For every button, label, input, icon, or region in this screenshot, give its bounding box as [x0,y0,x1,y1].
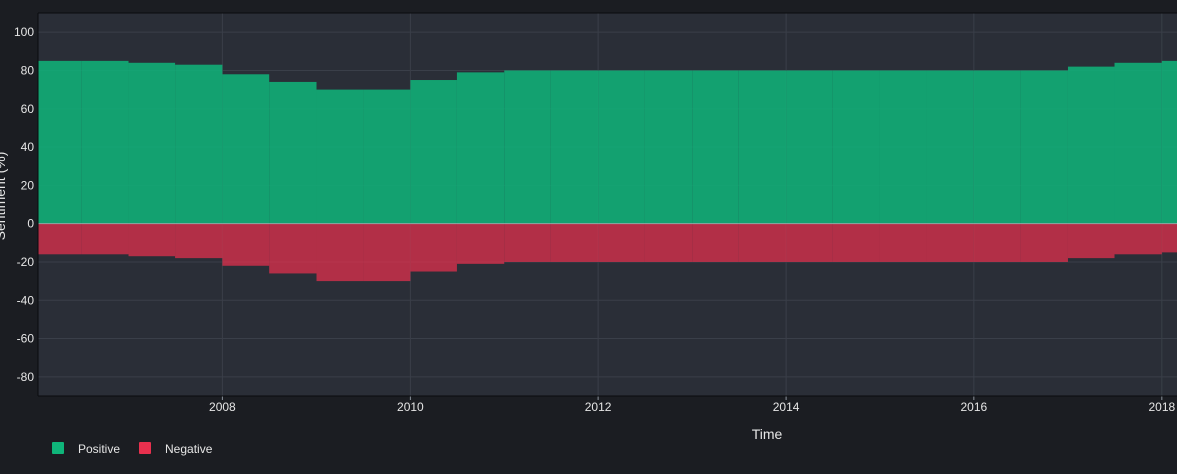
y-tick-label: 0 [27,217,34,231]
bar-negative [879,223,927,262]
bar-positive [926,70,974,224]
bar-negative [316,223,364,282]
bar-positive [504,70,551,224]
bar-positive [363,89,411,224]
bar-positive [598,70,645,224]
bar-positive [410,80,457,224]
bar-negative [504,223,551,262]
bar-positive [1067,66,1115,224]
bar-negative [644,223,693,262]
bar-positive [1161,60,1177,224]
legend-label-negative: Negative [165,442,213,456]
bar-positive [644,70,693,224]
bar-positive [1020,70,1068,224]
bar-negative [832,223,880,262]
bar-positive [786,70,833,224]
bars-layer [38,60,1177,282]
bar-negative [1020,223,1068,262]
bar-negative [598,223,645,262]
legend: Positive Negative [52,442,213,456]
y-tick-label: 40 [21,140,35,154]
x-axis-title: Time [752,426,783,442]
bar-positive [879,70,927,224]
bar-positive [38,60,82,224]
bar-positive [456,72,505,224]
x-tick-label: 2010 [397,400,424,414]
y-tick-label: 20 [21,178,35,192]
bar-negative [1114,223,1162,255]
bar-negative [1067,223,1115,259]
x-tick-label: 2016 [960,400,987,414]
bar-negative [786,223,833,262]
legend-label-positive: Positive [78,442,120,456]
bar-positive [832,70,880,224]
y-tick-label: -20 [17,255,35,269]
bar-negative [269,223,317,274]
bar-positive [738,70,787,224]
bar-positive [269,81,317,224]
y-tick-label: -40 [17,293,35,307]
y-tick-label: 80 [21,63,35,77]
bar-positive [316,89,364,224]
sentiment-chart: -80 -60 -40 -20 0 20 40 60 80 100 2008 2010 2012 201… [0,0,1177,469]
y-tick-label: 100 [14,25,34,39]
x-tick-label: 2014 [773,400,800,414]
sentiment-chart-svg: -80 -60 -40 -20 0 20 40 60 80 100 2008 2010 2012 201… [0,12,1177,456]
bar-positive [175,64,223,224]
bar-positive [1114,62,1162,224]
y-tick-label: -60 [17,332,35,346]
bar-negative [81,223,129,255]
bar-negative [1161,223,1177,253]
legend-swatch-negative [139,442,151,454]
bar-negative [410,223,457,272]
bar-negative [926,223,974,262]
x-tick-label: 2018 [1148,400,1175,414]
bar-positive [222,74,270,224]
bar-negative [692,223,739,262]
x-tick-labels: 2008 2010 2012 2014 2016 2018 [209,400,1175,414]
bar-negative [973,223,1021,262]
bar-positive [128,62,176,224]
bar-negative [128,223,176,257]
series-positive [38,60,1177,224]
y-tick-labels: -80 -60 -40 -20 0 20 40 60 80 100 [14,25,34,384]
legend-item-positive[interactable]: Positive [52,442,120,456]
bar-negative [738,223,787,262]
bar-negative [456,223,505,264]
bar-positive [81,60,129,224]
legend-item-negative[interactable]: Negative [139,442,213,456]
bar-negative [550,223,599,262]
bar-negative [222,223,270,266]
bar-negative [38,223,82,255]
bar-negative [175,223,223,259]
y-tick-label: 60 [21,102,35,116]
y-tick-label: -80 [17,370,35,384]
bar-positive [973,70,1021,224]
bar-negative [363,223,411,282]
bar-positive [692,70,739,224]
y-axis-title: Sentiment (%) [0,152,8,241]
x-tick-label: 2008 [209,400,236,414]
x-tick-label: 2012 [585,400,612,414]
bar-positive [550,70,599,224]
legend-swatch-positive [52,442,64,454]
